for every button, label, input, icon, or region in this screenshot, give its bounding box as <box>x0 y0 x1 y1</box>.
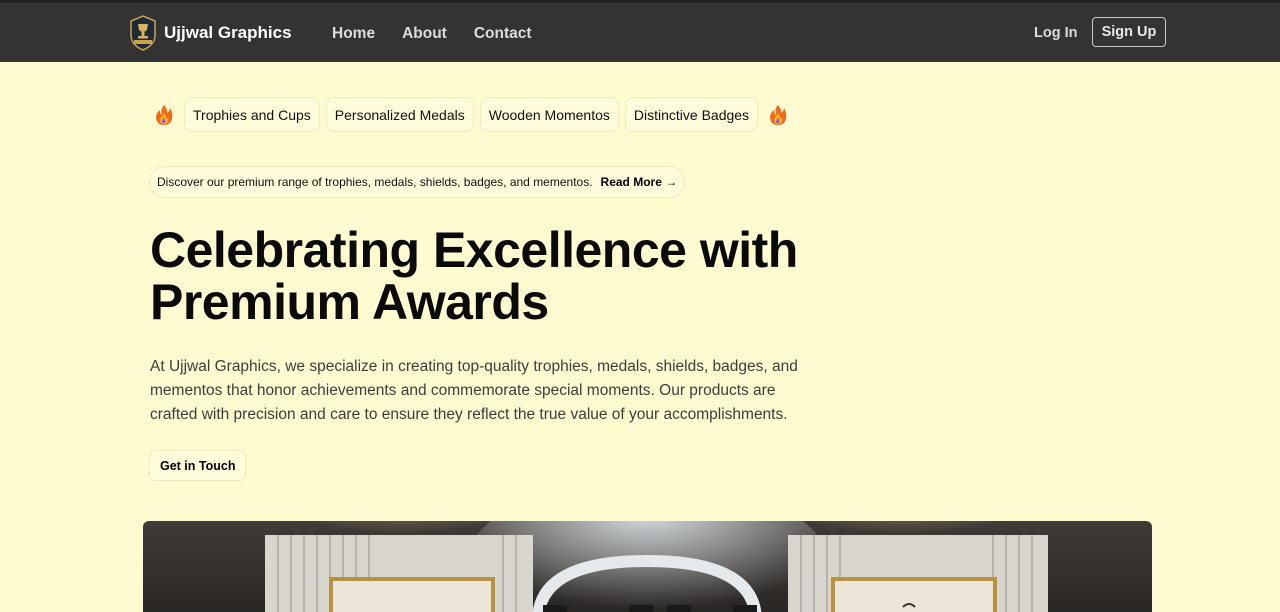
chip-momentos[interactable]: Wooden Momentos <box>479 97 619 132</box>
login-link[interactable]: Log In <box>1034 25 1078 41</box>
hero-headline: Celebrating Excellence with Premium Awar… <box>150 222 798 330</box>
nav-about[interactable]: About <box>402 25 447 43</box>
chip-trophies[interactable]: Trophies and Cups <box>184 97 320 132</box>
category-chips: Trophies and Cups Personalized Medals Wo… <box>150 97 792 132</box>
get-in-touch-button[interactable]: Get in Touch <box>149 450 247 481</box>
chip-badges[interactable]: Distinctive Badges <box>624 97 759 132</box>
fire-icon <box>764 98 792 132</box>
trophy-emblem-icon <box>130 15 156 51</box>
hero-description: At Ujjwal Graphics, we specialize in cre… <box>150 358 798 423</box>
nav-home[interactable]: Home <box>332 25 375 43</box>
navbar: Ujjwal Graphics Home About Contact Log I… <box>0 0 1280 62</box>
signup-button[interactable]: Sign Up <box>1092 17 1166 47</box>
fire-icon <box>150 98 178 132</box>
announcement-text: Discover our premium range of trophies, … <box>157 175 593 189</box>
brand[interactable]: Ujjwal Graphics <box>129 15 292 51</box>
chip-medals[interactable]: Personalized Medals <box>325 97 474 132</box>
brand-name: Ujjwal Graphics <box>164 23 292 42</box>
nav-links: Home About Contact <box>332 25 559 43</box>
announcement-pill: Discover our premium range of trophies, … <box>149 166 686 198</box>
nav-contact[interactable]: Contact <box>474 25 532 43</box>
read-more-link[interactable]: Read More → <box>601 175 678 189</box>
hero-image <box>143 521 1152 612</box>
